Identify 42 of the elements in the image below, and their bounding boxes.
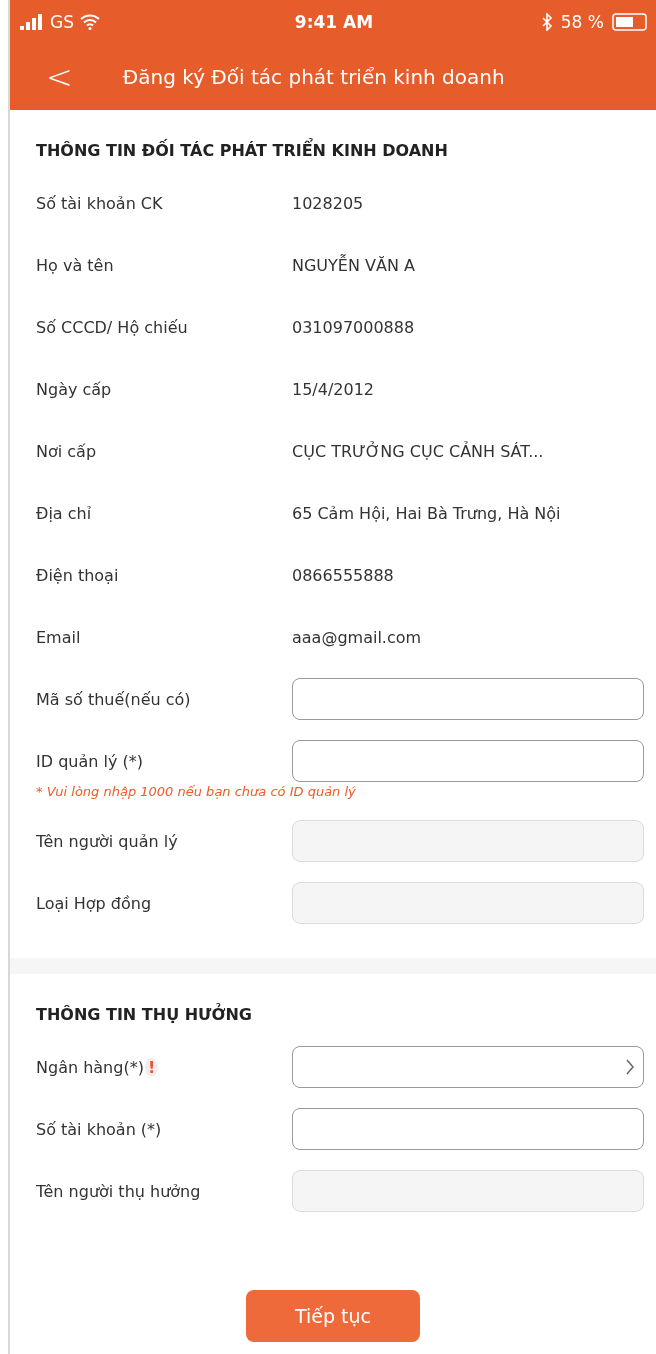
field-value: 031097000888 — [292, 317, 415, 337]
back-button[interactable]: < — [40, 61, 79, 93]
field-label: Số CCCD/ Hộ chiếu — [36, 317, 188, 337]
battery-percent: 58 % — [560, 12, 604, 32]
input-field[interactable] — [292, 740, 644, 782]
continue-button[interactable]: Tiếp tục — [246, 1290, 420, 1342]
section-title: THÔNG TIN THỤ HƯỞNG — [36, 1002, 253, 1026]
field-value: NGUYỄN VĂN A — [292, 255, 415, 275]
field-value: 15/4/2012 — [292, 379, 375, 399]
alert-mark: ! — [144, 1057, 159, 1077]
input-field[interactable] — [292, 678, 644, 720]
field-label: Nơi cấp — [36, 441, 97, 461]
carrier-name: GS — [50, 12, 74, 32]
field-label: ID quản lý (*) — [36, 751, 143, 771]
field-value: 65 Cảm Hội, Hai Bà Trưng, Hà Nội — [292, 503, 561, 523]
field-label: Email — [36, 627, 81, 647]
bluetooth-icon — [540, 13, 553, 31]
field-label: Ngân hàng(*) — [36, 1057, 144, 1077]
battery-icon — [612, 13, 648, 31]
field-label: Tên người thụ hưởng — [36, 1181, 201, 1201]
input-field[interactable] — [292, 1108, 644, 1150]
hint-text: * Vui lòng nhập 1000 nếu bạn chưa có ID quản lý — [36, 784, 357, 801]
section-title: THÔNG TIN ĐỐI TÁC PHÁT TRIỂN KINH DOANH — [36, 137, 449, 162]
status-time: 9:41 AM — [294, 12, 374, 32]
field-label: Điện thoại — [36, 565, 119, 585]
field-value: CỤC TRƯỞNG CỤC CẢNH SÁT... — [292, 441, 544, 461]
field-label: Ngày cấp — [36, 379, 112, 399]
field-label: Loại Hợp đồng — [36, 893, 152, 913]
field-label: Tên người quản lý — [36, 831, 178, 851]
signal-icon — [20, 14, 44, 30]
screen-title: Đăng ký Đối tác phát triển kinh doanh — [122, 65, 505, 89]
field-label: Số tài khoản (*) — [36, 1119, 162, 1139]
field-label: Địa chỉ — [36, 503, 92, 523]
field-value: aaa@gmail.com — [292, 627, 422, 647]
chevron-right-icon — [625, 1058, 635, 1076]
field-value: 0866555888 — [292, 565, 394, 585]
select-field[interactable] — [292, 1046, 644, 1088]
field-label: Số tài khoản CK — [36, 193, 163, 213]
wifi-icon — [79, 14, 100, 30]
field-label: Họ và tên — [36, 255, 114, 275]
field-label: Mã số thuế(nếu có) — [36, 689, 191, 709]
field-value: 1028205 — [292, 193, 364, 213]
